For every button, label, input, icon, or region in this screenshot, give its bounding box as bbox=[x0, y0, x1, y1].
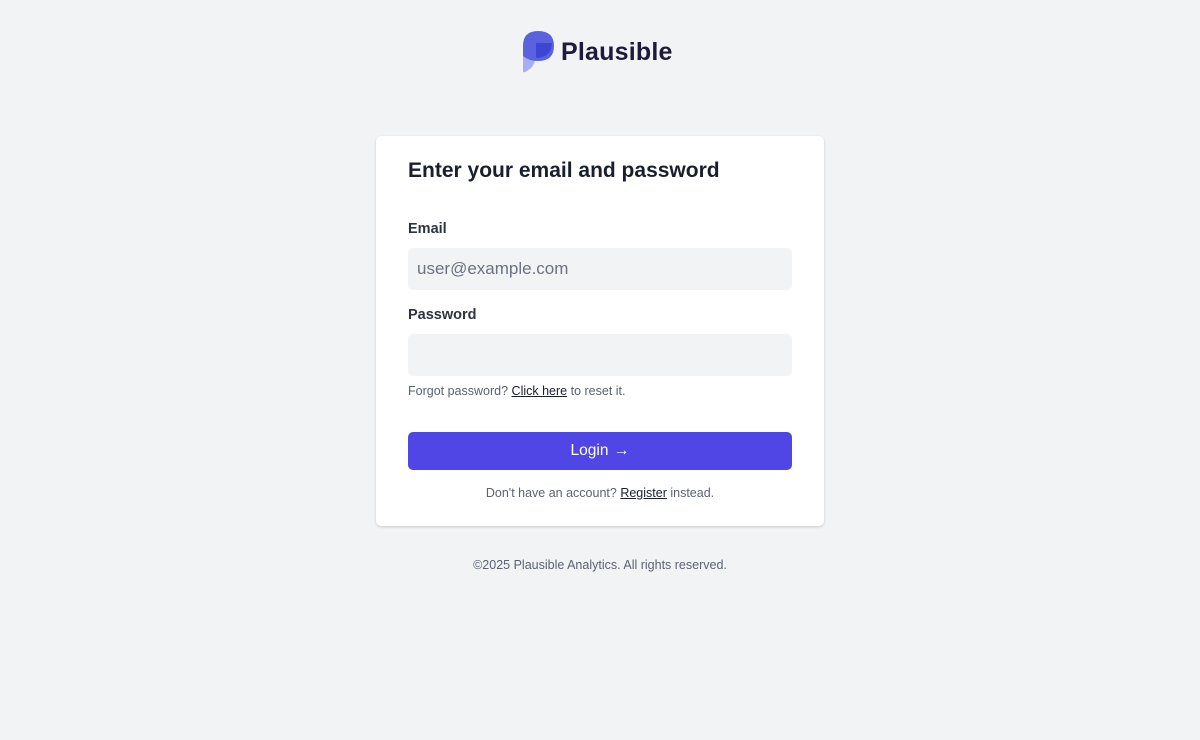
register-suffix: instead. bbox=[670, 486, 715, 500]
register-link[interactable]: Register bbox=[620, 486, 667, 500]
register-prefix: Don't have an account? bbox=[485, 486, 617, 500]
login-card: Enter your email and password Email Pass… bbox=[376, 136, 824, 526]
copyright-footer: ©2025 Plausible Analytics. All rights re… bbox=[473, 558, 727, 572]
email-label: Email bbox=[408, 221, 447, 237]
email-input[interactable] bbox=[408, 248, 792, 290]
forgot-password-hint: Forgot password? Click here to reset it. bbox=[408, 384, 626, 398]
plausible-logo-icon bbox=[523, 31, 554, 73]
login-title: Enter your email and password bbox=[408, 159, 720, 182]
reset-password-link[interactable]: Click here bbox=[512, 384, 568, 398]
brand-header[interactable]: Plausible bbox=[523, 31, 673, 73]
login-button[interactable]: Login → bbox=[408, 432, 792, 470]
password-label: Password bbox=[408, 307, 477, 323]
arrow-right-icon: → bbox=[613, 442, 630, 459]
login-page: Plausible Enter your email and password … bbox=[0, 0, 1200, 740]
register-prompt: Don't have an account? Register instead. bbox=[376, 486, 824, 500]
forgot-password-prefix: Forgot password? bbox=[408, 384, 509, 398]
forgot-password-suffix: to reset it. bbox=[570, 384, 626, 398]
password-input[interactable] bbox=[408, 334, 792, 376]
login-button-label: Login bbox=[570, 442, 609, 459]
brand-name: Plausible bbox=[561, 37, 673, 66]
